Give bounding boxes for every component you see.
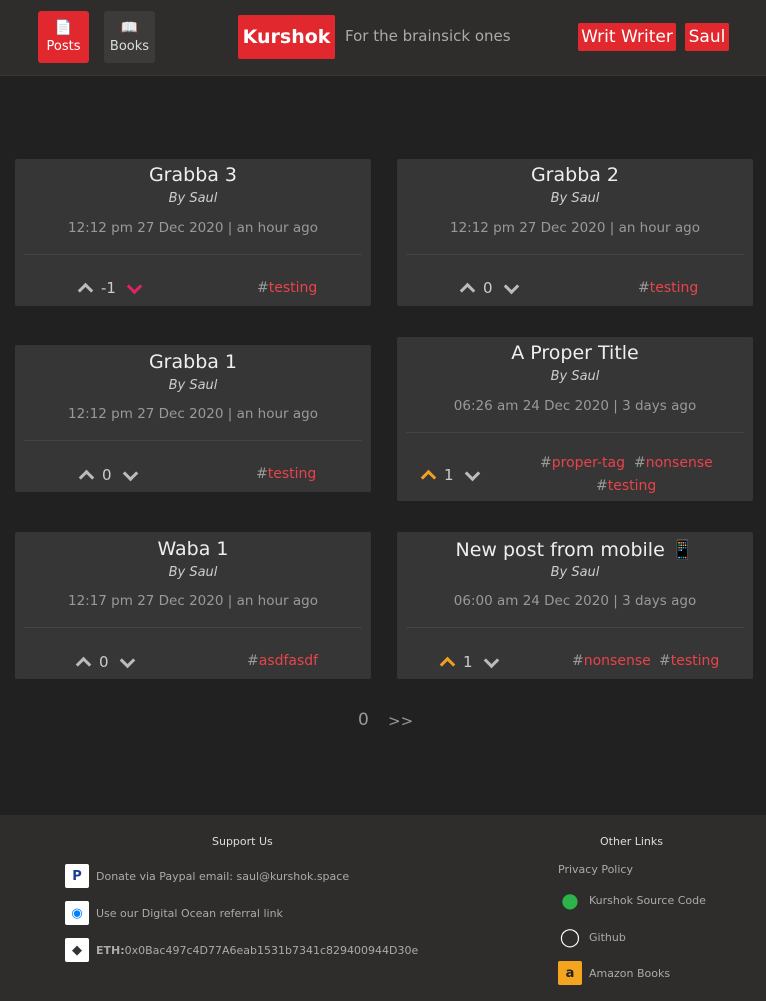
post-card[interactable]: Waba 1 By Saul 12:17 pm 27 Dec 2020 | an…	[15, 532, 371, 679]
document-icon: 📄	[54, 20, 73, 36]
site-footer: Support Us P Donate via Paypal email: sa…	[0, 815, 766, 1001]
nav-books-label: Books	[109, 39, 150, 54]
post-card[interactable]: A Proper Title By Saul 06:26 am 24 Dec 2…	[397, 337, 753, 501]
nav-books-button[interactable]: 📖 Books	[104, 11, 155, 63]
post-card[interactable]: Grabba 2 By Saul 12:12 pm 27 Dec 2020 | …	[397, 159, 753, 306]
post-tags: #testing	[15, 466, 371, 486]
brand-logo-link[interactable]: Kurshok	[238, 15, 335, 59]
post-author[interactable]: By Saul	[15, 191, 371, 206]
post-author[interactable]: By Saul	[15, 378, 371, 393]
post-card[interactable]: Grabba 1 By Saul 12:12 pm 27 Dec 2020 | …	[15, 345, 371, 492]
post-date: 12:17 pm 27 Dec 2020 | an hour ago	[67, 593, 318, 609]
tag-link[interactable]: #testing	[257, 280, 317, 296]
post-author[interactable]: By Saul	[397, 565, 753, 580]
privacy-policy-link[interactable]: Privacy Policy	[558, 863, 633, 876]
tag-link[interactable]: #testing	[256, 466, 316, 482]
source-code-item[interactable]: ● Kurshok Source Code	[558, 888, 706, 912]
tag-link[interactable]: #nonsense	[572, 653, 651, 669]
post-date: 06:00 am 24 Dec 2020 | 3 days ago	[453, 593, 697, 609]
post-title[interactable]: Grabba 1	[15, 351, 371, 373]
post-tags: #proper-tag #nonsense #testing	[397, 454, 753, 494]
github-link[interactable]: Github	[589, 931, 626, 944]
card-divider	[24, 627, 362, 628]
post-date: 06:26 am 24 Dec 2020 | 3 days ago	[453, 398, 697, 414]
digitalocean-referral-link[interactable]: Use our Digital Ocean referral link	[96, 907, 283, 920]
nav-posts-label: Posts	[46, 39, 81, 54]
other-links-heading: Other Links	[600, 835, 663, 848]
post-tags: #asdfasdf	[15, 653, 371, 673]
ethereum-icon: ◆	[65, 938, 89, 962]
book-icon: 📖	[120, 20, 139, 36]
post-card[interactable]: New post from mobile 📱 By Saul 06:00 am …	[397, 532, 753, 679]
site-header: 📄 Posts 📖 Books Kurshok For the brainsic…	[0, 0, 766, 76]
tag-link[interactable]: #asdfasdf	[247, 653, 318, 669]
card-divider	[406, 254, 744, 255]
paypal-donate-item: P Donate via Paypal email: saul@kurshok.…	[65, 864, 349, 888]
user-button[interactable]: Saul	[685, 23, 729, 51]
post-title[interactable]: Waba 1	[15, 538, 371, 560]
pagination-current-page[interactable]: 0	[358, 710, 369, 730]
post-tags: #nonsense #testing	[397, 653, 753, 673]
post-title[interactable]: Grabba 3	[15, 164, 371, 186]
post-date: 12:12 pm 27 Dec 2020 | an hour ago	[449, 220, 700, 236]
github-icon: ◯	[559, 926, 581, 948]
source-code-link[interactable]: Kurshok Source Code	[589, 894, 706, 907]
paypal-icon: P	[65, 864, 89, 888]
post-title[interactable]: A Proper Title	[397, 342, 753, 364]
post-date: 12:12 pm 27 Dec 2020 | an hour ago	[67, 406, 318, 422]
source-code-icon: ●	[561, 888, 579, 912]
support-heading: Support Us	[212, 835, 273, 848]
tag-link[interactable]: #testing	[638, 280, 698, 296]
post-card[interactable]: Grabba 3 By Saul 12:12 pm 27 Dec 2020 | …	[15, 159, 371, 306]
amazon-books-link[interactable]: Amazon Books	[589, 967, 670, 980]
amazon-icon: a	[558, 961, 582, 985]
card-divider	[24, 440, 362, 441]
paypal-donate-text: Donate via Paypal email: saul@kurshok.sp…	[96, 869, 350, 883]
card-divider	[406, 627, 744, 628]
github-item[interactable]: ◯ Github	[558, 925, 626, 949]
eth-address: 0x0Bac497c4D77A6eab1531b7341c829400944D3…	[124, 943, 419, 957]
post-tags: #testing	[397, 279, 753, 299]
card-divider	[406, 432, 744, 433]
tag-link[interactable]: #proper-tag	[540, 455, 625, 471]
post-title[interactable]: Grabba 2	[397, 164, 753, 186]
card-divider	[24, 254, 362, 255]
digitalocean-item[interactable]: ◉ Use our Digital Ocean referral link	[65, 901, 283, 925]
post-date: 12:12 pm 27 Dec 2020 | an hour ago	[67, 220, 318, 236]
tag-link[interactable]: #testing	[596, 478, 656, 494]
post-author[interactable]: By Saul	[397, 369, 753, 384]
eth-item: ◆ ETH: 0x0Bac497c4D77A6eab1531b7341c8294…	[65, 938, 418, 962]
pagination-next-link[interactable]: >>	[388, 712, 413, 730]
writer-button[interactable]: Writ Writer	[578, 23, 676, 51]
site-tagline: For the brainsick ones	[345, 27, 511, 45]
tag-link[interactable]: #testing	[659, 653, 719, 669]
digitalocean-icon: ◉	[65, 901, 89, 925]
tag-link[interactable]: #nonsense	[634, 455, 713, 471]
amazon-item[interactable]: a Amazon Books	[558, 961, 670, 985]
eth-label: ETH:	[96, 943, 125, 957]
post-tags: #testing	[15, 279, 371, 299]
nav-posts-button[interactable]: 📄 Posts	[38, 11, 89, 63]
post-title[interactable]: New post from mobile 📱	[397, 538, 753, 561]
post-author[interactable]: By Saul	[397, 191, 753, 206]
post-author[interactable]: By Saul	[15, 565, 371, 580]
